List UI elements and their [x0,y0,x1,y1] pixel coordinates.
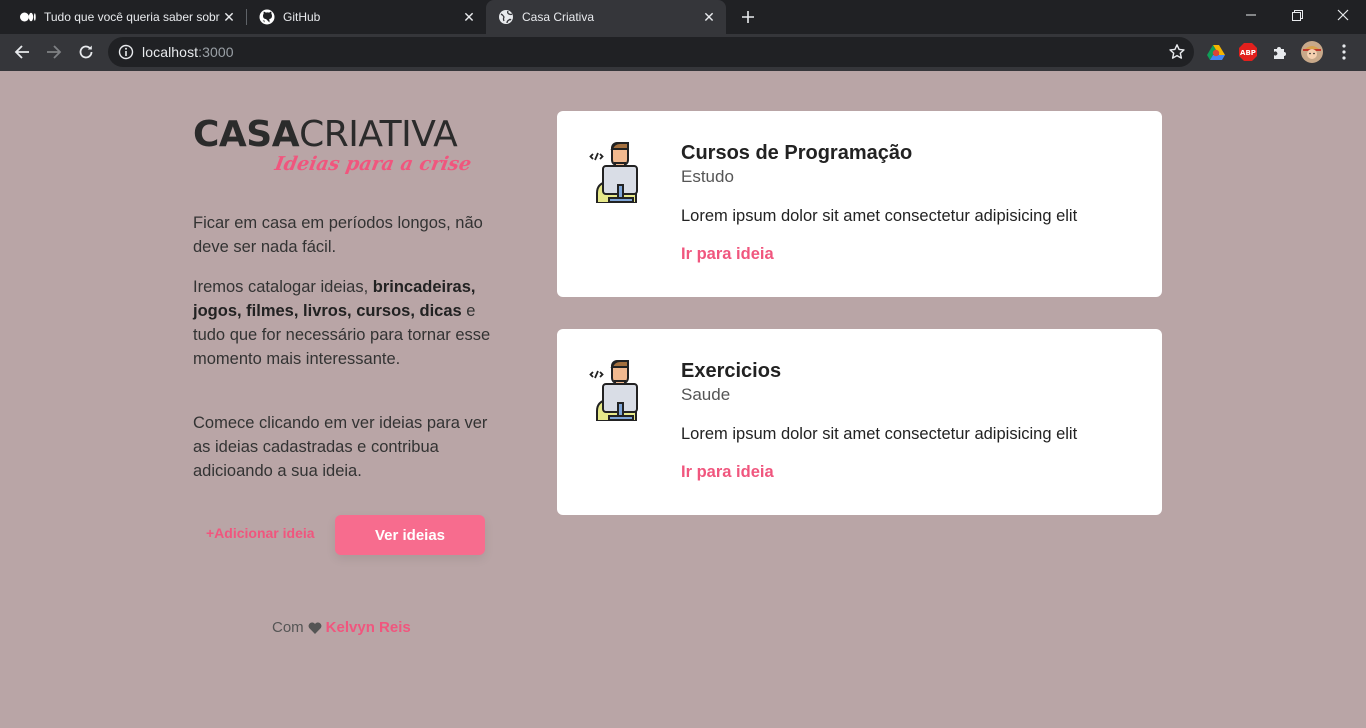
medium-icon [20,9,36,25]
go-to-idea-link[interactable]: Ir para ideia [681,245,774,264]
idea-title: Exercicios [681,360,782,382]
idea-card: Cursos de Programação Estudo Lorem ipsum… [557,111,1162,297]
bookmark-star-icon[interactable] [1168,43,1186,61]
new-tab-button[interactable] [736,5,760,29]
idea-description: Lorem ipsum dolor sit amet consectetur a… [681,207,1078,225]
puzzle-extensions-icon[interactable] [1268,40,1292,64]
page: CASACRIATIVA Ideias para a crise Ficar e… [0,71,1366,728]
idea-description: Lorem ipsum dolor sit amet consectetur a… [681,425,1078,443]
intro-paragraph-1: Ficar em casa em períodos longos, não de… [193,214,483,256]
add-idea-button[interactable]: +Adicionar ideia [206,525,315,541]
footer-credit: Com Kelvyn Reis [272,619,411,636]
logo-wordmark: CASACRIATIVA [193,114,458,155]
reload-icon[interactable] [72,38,100,66]
tab-casa-criativa[interactable]: Casa Criativa ✕ [486,0,726,34]
programmer-icon [589,360,638,421]
tab-close-icon[interactable]: ✕ [220,8,238,26]
google-drive-extension-icon[interactable] [1204,40,1228,64]
adblock-icon[interactable]: ABP [1236,40,1260,64]
intro-paragraph-2: Iremos catalogar ideias, brincadeiras, j… [193,278,491,368]
view-ideas-button[interactable]: Ver ideias [335,515,485,555]
github-icon [259,9,275,25]
heart-icon [308,621,322,634]
idea-card: Exercicios Saude Lorem ipsum dolor sit a… [557,329,1162,515]
idea-title: Cursos de Programação [681,142,913,164]
browser-tabstrip: Tudo que você queria saber sobre ✕ GitHu… [0,0,1366,34]
address-bar[interactable]: localhost:3000 [108,37,1194,67]
programmer-icon [589,142,638,203]
globe-icon [498,9,514,25]
menu-dots-icon[interactable] [1332,40,1356,64]
site-info-icon[interactable] [118,44,134,60]
logo-tagline: Ideias para a crise [273,153,474,175]
close-window-icon[interactable] [1320,0,1366,30]
idea-category: Saude [681,385,731,404]
author-link[interactable]: Kelvyn Reis [326,619,411,636]
minimize-icon[interactable] [1228,0,1274,30]
go-to-idea-link[interactable]: Ir para ideia [681,463,774,482]
browser-toolbar: localhost:3000 ABP [0,34,1366,71]
restore-icon[interactable] [1274,0,1320,30]
tab-close-icon[interactable]: ✕ [460,8,478,26]
tab-title: GitHub [283,10,321,24]
idea-category: Estudo [681,167,734,186]
intro-paragraph-3: Comece clicando em ver ideias para ver a… [193,414,488,480]
profile-avatar[interactable] [1300,40,1324,64]
url-text: localhost:3000 [142,44,234,60]
logo: CASACRIATIVA Ideias para a crise [193,114,493,176]
tab-title: Tudo que você queria saber sobre [44,10,220,24]
forward-arrow-icon[interactable] [40,38,68,66]
tab-github[interactable]: GitHub ✕ [247,0,487,34]
tab-title: Casa Criativa [522,10,595,24]
tab-medium[interactable]: Tudo que você queria saber sobre ✕ [8,0,247,34]
tab-close-icon[interactable]: ✕ [700,8,718,26]
footer-prefix: Com [272,619,304,636]
svg-text:ABP: ABP [1240,49,1256,57]
back-arrow-icon[interactable] [8,38,36,66]
